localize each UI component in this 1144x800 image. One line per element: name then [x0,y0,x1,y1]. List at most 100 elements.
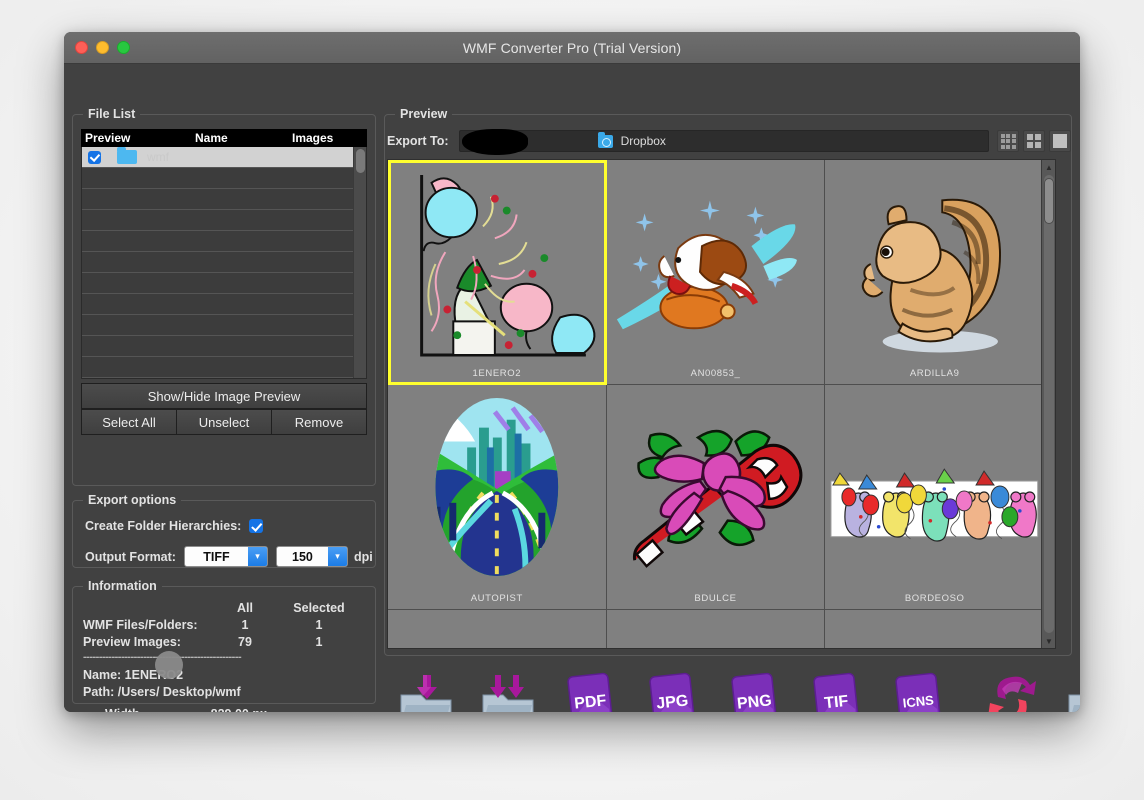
thumbnail-cell[interactable]: AN00853_ [606,160,826,385]
remove-button[interactable]: Remove [272,409,367,435]
output-format-value: TIFF [203,549,230,564]
info-selected: 1 [315,634,323,649]
chevron-down-icon[interactable]: ▾ [247,547,267,566]
grid-large-icon[interactable] [1049,130,1071,152]
grid-medium-icon[interactable] [1023,130,1045,152]
thumbnail-cell[interactable]: AUTOPIST [388,385,607,610]
dpi-suffix-label: dpi [353,549,373,564]
table-row[interactable] [82,252,366,273]
scroll-up-icon[interactable]: ▲ [1042,160,1055,174]
table-row[interactable] [82,231,366,252]
dpi-select[interactable]: 150 ▾ [275,546,348,567]
table-row[interactable] [82,315,366,336]
save-jpg-button[interactable]: JPG [644,671,700,712]
table-row[interactable]: wmf [82,147,366,168]
refresh-arrows-icon [988,676,1036,712]
info-row-wmf-files: WMF Files/Folders: 1 1 [83,616,367,633]
chevron-down-icon[interactable]: ▾ [327,547,347,566]
column-header-name: Name [195,131,228,145]
folder-upload-icon [1068,694,1080,712]
bottom-toolbar: PDF JPG PNG TIF ICNS [384,668,1080,712]
save-icns-button[interactable]: ICNS [890,671,946,712]
table-row[interactable] [82,168,366,189]
thumbnail-cell[interactable]: 1ENERO2 [388,160,607,385]
preview-scrollbar[interactable]: ▲ ▼ [1041,160,1055,648]
svg-text:JPG: JPG [656,692,690,712]
window-title: WMF Converter Pro (Trial Version) [462,40,682,56]
output-format-select[interactable]: TIFF ▾ [183,546,268,567]
info-key: Preview Images: [83,634,181,649]
thumbnail-caption: ARDILLA9 [909,368,960,379]
unselect-button[interactable]: Unselect [177,409,272,435]
titlebar: WMF Converter Pro (Trial Version) [64,32,1080,64]
select-all-button[interactable]: Select All [81,409,177,435]
scroll-down-icon[interactable]: ▼ [1042,634,1055,648]
information-legend: Information [83,579,162,593]
add-folders-button[interactable] [480,671,536,712]
add-folder-button[interactable] [398,671,454,712]
window-body: File List Preview Name Images wmf Show/H… [64,64,1080,712]
dropbox-folder-icon [597,131,613,148]
scrollbar-track[interactable] [1044,175,1054,633]
save-png-button[interactable]: PNG [726,671,782,712]
table-row[interactable] [82,336,366,357]
info-selected: 1 [315,617,323,632]
zoom-icon[interactable] [117,41,130,54]
svg-text:TIF: TIF [824,693,850,712]
table-row[interactable] [82,294,366,315]
open-output-button[interactable] [1066,671,1080,712]
save-tif-button[interactable]: TIF [808,671,864,712]
thumbnail-cell[interactable]: BDULCE [606,385,826,610]
pdf-badge-icon: PDF [567,672,613,712]
convert-button[interactable] [984,671,1040,712]
table-row[interactable] [82,357,366,378]
redaction-blob [461,129,528,155]
output-format-label: Output Format: [85,549,176,564]
info-key: WMF Files/Folders: [83,617,198,632]
export-path-field[interactable]: Dropbox [458,129,989,155]
thumbnail-cell[interactable] [606,610,826,648]
thumbnail-caption: AUTOPIST [470,593,523,604]
jpg-badge-icon: JPG [649,672,695,712]
info-all: 79 [238,634,252,649]
scrollbar-thumb[interactable] [356,149,365,173]
thumbnail-cell[interactable] [825,610,1044,648]
file-list-header: Preview Name Images [81,129,367,147]
thumbnail-grid-pane[interactable]: 1ENERO2 AN00853_ ARDILLA9 AUTOPIST BDULC… [387,159,1056,649]
preview-legend: Preview [395,107,453,121]
svg-text:PDF: PDF [574,692,608,712]
highway-oval-icon [435,397,559,577]
file-list-legend: File List [83,107,141,121]
party-balloons-champagne-icon [420,174,596,357]
thumbnail-cell[interactable] [388,610,607,648]
create-folder-hierarchies-label: Create Folder Hierarchies: [85,519,242,533]
tif-badge-icon: TIF [813,672,859,712]
info-name-line: Name: 1ENERO2 [83,668,184,682]
info-path-line: Path: /Users/ Desktop/wmf [83,685,241,699]
thumbnail-cell[interactable]: ARDILLA9 [825,160,1044,385]
file-list-actions: Select All Unselect Remove [81,409,367,435]
folder-download-icon [400,675,452,712]
table-row[interactable] [82,210,366,231]
save-pdf-button[interactable]: PDF [562,671,618,712]
file-list-body[interactable]: wmf [81,147,367,379]
row-name-label: wmf [147,150,169,164]
grid-small-icon[interactable] [997,130,1019,152]
traffic-lights [75,41,130,54]
thumbnail-grid: 1ENERO2 AN00853_ ARDILLA9 AUTOPIST BDULC… [388,160,1044,648]
thumbnail-cell[interactable]: BORDEOSO [825,385,1044,610]
minimize-icon[interactable] [96,41,109,54]
create-folder-hierarchies-checkbox[interactable] [249,519,264,533]
close-icon[interactable] [75,41,88,54]
row-checkbox[interactable] [88,150,101,164]
info-width-key: Width [105,707,203,712]
table-row[interactable] [82,273,366,294]
export-options-legend: Export options [83,493,182,507]
scrollbar-thumb[interactable] [1044,178,1054,224]
output-format-row: Output Format: TIFF ▾ 150 ▾ dpi [85,546,373,567]
file-list-scrollbar[interactable] [353,147,366,378]
export-path-value: Dropbox [620,134,666,148]
table-row[interactable] [82,189,366,210]
toolbar-icons: PDF JPG PNG TIF ICNS [384,668,1080,712]
show-hide-preview-button[interactable]: Show/Hide Image Preview [81,383,367,409]
